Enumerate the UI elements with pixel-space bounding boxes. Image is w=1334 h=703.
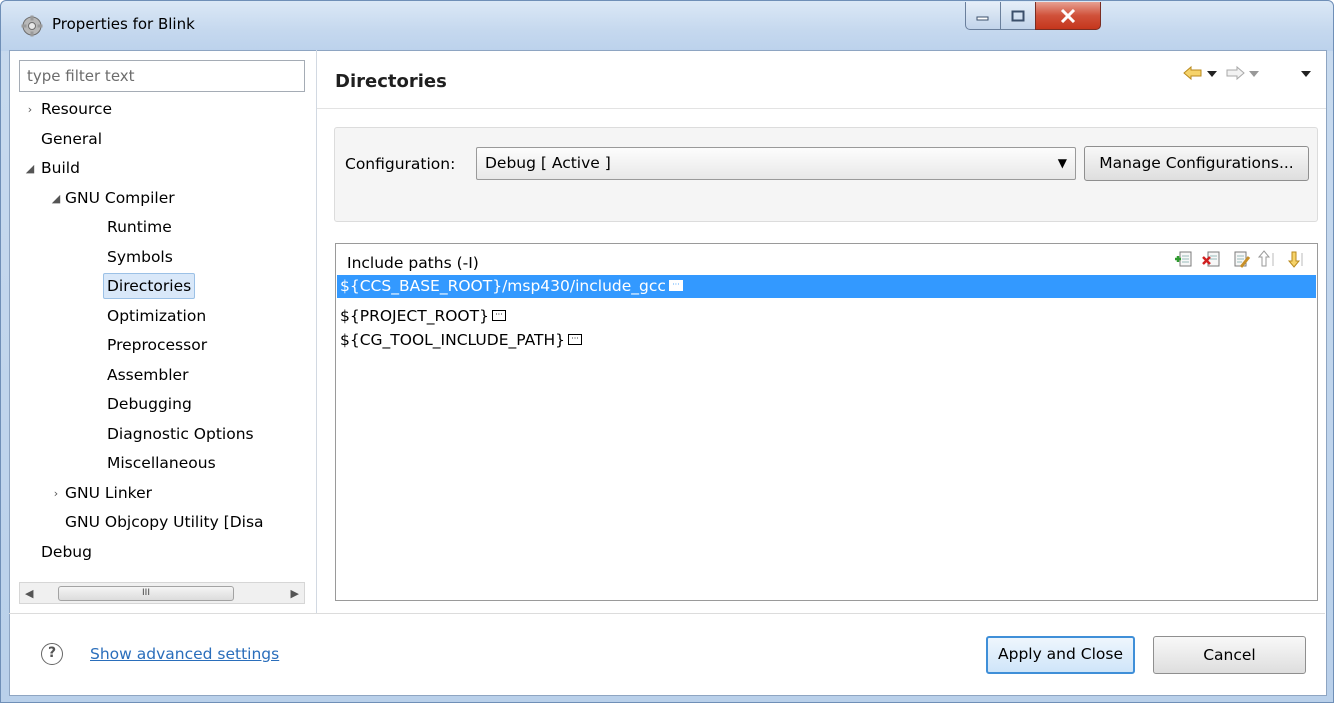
- tree-collapse-icon[interactable]: ◢: [23, 156, 37, 182]
- close-button[interactable]: [1035, 2, 1101, 30]
- tree-item-symbols[interactable]: Symbols: [107, 244, 173, 270]
- tree-item-gnu-linker[interactable]: GNU Linker: [65, 480, 152, 506]
- apply-and-close-button[interactable]: Apply and Close: [986, 636, 1135, 674]
- manage-configurations-button[interactable]: Manage Configurations...: [1084, 146, 1309, 181]
- tree-item-assembler[interactable]: Assembler: [107, 362, 188, 388]
- move-down-icon[interactable]: [1286, 249, 1306, 269]
- show-advanced-settings-link[interactable]: Show advanced settings: [90, 645, 279, 663]
- tree-item-preprocessor[interactable]: Preprocessor: [107, 332, 207, 358]
- back-arrow-icon[interactable]: [1183, 65, 1203, 81]
- include-path-row[interactable]: ${PROJECT_ROOT} ···: [337, 305, 1316, 328]
- edit-path-icon[interactable]: [1232, 249, 1252, 269]
- configuration-select[interactable]: Debug [ Active ] ▼: [476, 147, 1076, 180]
- tree-item-directories[interactable]: Directories: [103, 273, 196, 299]
- ellipsis-icon[interactable]: ···: [567, 334, 582, 345]
- title-separator: [317, 108, 1326, 109]
- tree-horizontal-scrollbar[interactable]: ◀ III ▶: [19, 582, 305, 604]
- page-navigation: [1183, 65, 1313, 87]
- pane-divider[interactable]: [316, 50, 317, 613]
- move-up-icon[interactable]: [1258, 249, 1278, 269]
- title-bar[interactable]: Properties for Blink: [1, 1, 1333, 51]
- tree-item-debug[interactable]: Debug: [41, 539, 92, 565]
- tree-item-diagnostic-options[interactable]: Diagnostic Options: [107, 421, 254, 447]
- maximize-icon: [1011, 10, 1025, 21]
- ellipsis-icon[interactable]: ···: [491, 310, 506, 321]
- include-path-text: ${CCS_BASE_ROOT}/msp430/include_gcc: [340, 277, 666, 295]
- filter-input[interactable]: [19, 60, 305, 92]
- forward-dropdown-icon[interactable]: [1249, 70, 1259, 78]
- property-tree[interactable]: › Resource General ◢ Build ◢ GNU Compiler Runti…: [19, 96, 305, 580]
- minimize-button[interactable]: [965, 2, 1001, 30]
- add-path-icon[interactable]: [1174, 249, 1194, 269]
- tree-item-runtime[interactable]: Runtime: [107, 214, 172, 240]
- maximize-button[interactable]: [1000, 2, 1036, 30]
- page-title: Directories: [335, 71, 447, 92]
- include-path-row[interactable]: ${CG_TOOL_INCLUDE_PATH} ···: [337, 329, 1316, 352]
- help-icon[interactable]: ?: [41, 643, 63, 665]
- back-dropdown-icon[interactable]: [1207, 70, 1217, 78]
- include-path-text: ${CG_TOOL_INCLUDE_PATH}: [340, 331, 565, 349]
- configuration-value: Debug [ Active ]: [485, 154, 611, 172]
- tree-expand-icon[interactable]: ›: [23, 97, 37, 123]
- scrollbar-thumb[interactable]: III: [58, 586, 234, 601]
- tree-item-optimization[interactable]: Optimization: [107, 303, 206, 329]
- include-paths-header: Include paths (-I): [347, 254, 479, 272]
- include-path-row[interactable]: ${CCS_BASE_ROOT}/msp430/include_gcc ···: [337, 275, 1316, 298]
- tree-item-debugging[interactable]: Debugging: [107, 391, 192, 417]
- ellipsis-icon[interactable]: ···: [668, 280, 683, 291]
- chevron-down-icon: ▼: [1057, 156, 1067, 170]
- tree-item-gnu-objcopy-utility-disa[interactable]: GNU Objcopy Utility [Disa: [65, 509, 264, 535]
- tree-expand-icon[interactable]: ›: [49, 481, 63, 507]
- configuration-label: Configuration:: [345, 155, 456, 173]
- minimize-icon: [976, 16, 989, 20]
- include-path-text: ${PROJECT_ROOT}: [340, 307, 489, 325]
- project-properties-icon: [21, 15, 43, 37]
- forward-arrow-icon[interactable]: [1225, 65, 1245, 81]
- view-menu-icon[interactable]: [1301, 70, 1311, 78]
- tree-item-miscellaneous[interactable]: Miscellaneous: [107, 450, 216, 476]
- scroll-left-arrow-icon[interactable]: ◀: [25, 587, 33, 600]
- delete-path-icon[interactable]: [1202, 249, 1222, 269]
- cancel-button[interactable]: Cancel: [1153, 636, 1306, 674]
- include-paths-toolbar: [1174, 249, 1314, 271]
- tree-item-resource[interactable]: Resource: [41, 96, 112, 122]
- tree-item-build[interactable]: Build: [41, 155, 80, 181]
- window-title: Properties for Blink: [52, 15, 195, 33]
- tree-item-gnu-compiler[interactable]: GNU Compiler: [65, 185, 175, 211]
- footer-separator: [9, 613, 1325, 614]
- tree-item-general[interactable]: General: [41, 126, 102, 152]
- scroll-right-arrow-icon[interactable]: ▶: [291, 587, 299, 600]
- close-icon: [1060, 8, 1076, 23]
- tree-collapse-icon[interactable]: ◢: [49, 186, 63, 212]
